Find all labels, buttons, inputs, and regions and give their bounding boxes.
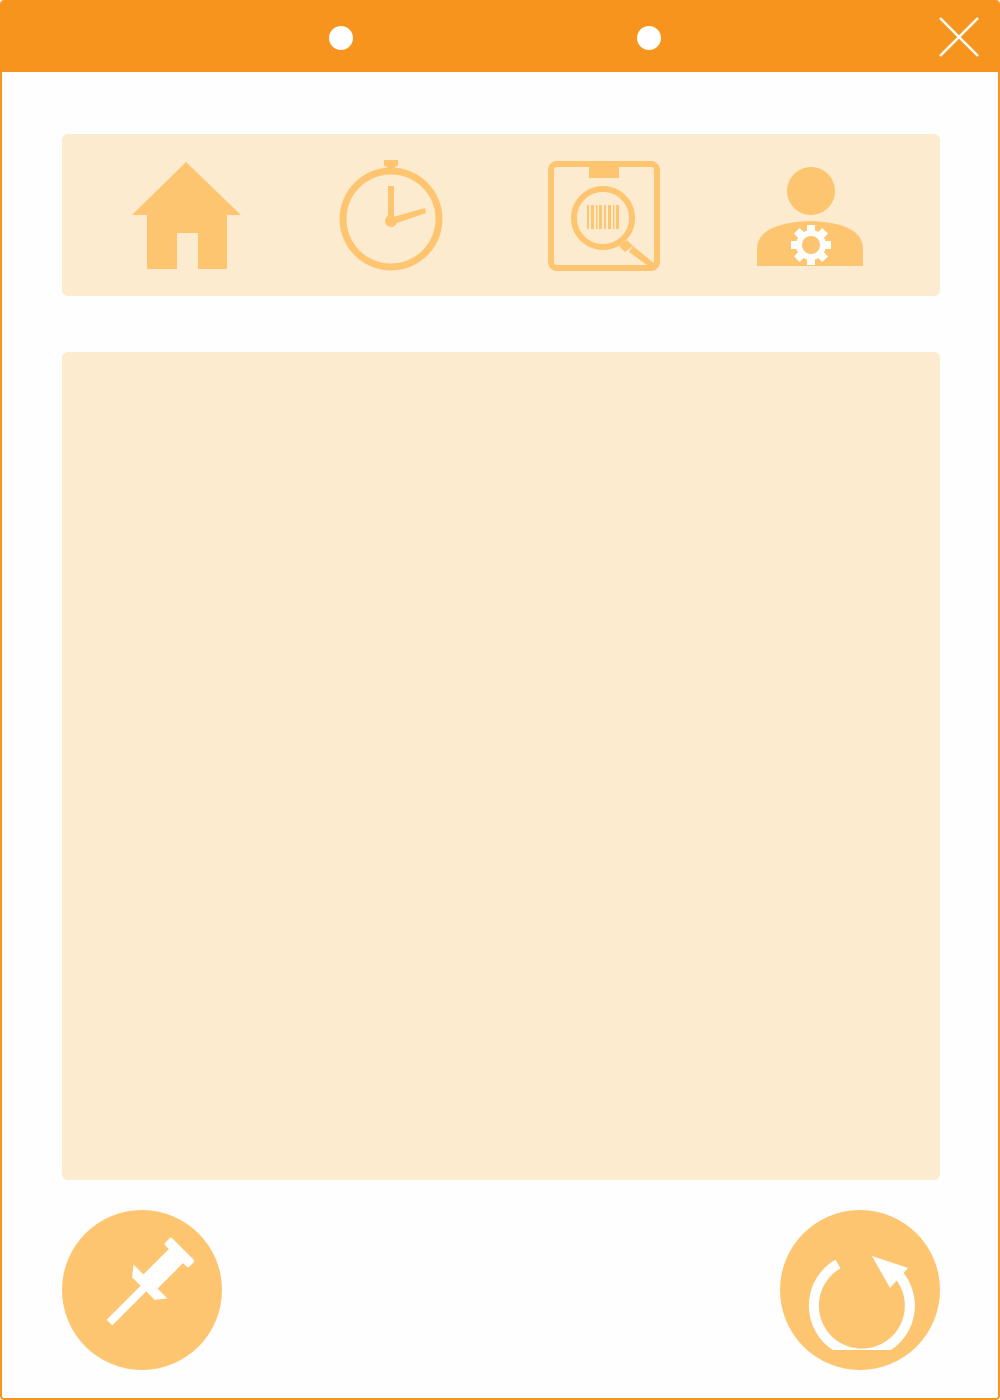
barcode-scan-button[interactable] xyxy=(544,156,664,276)
refresh-button[interactable] xyxy=(780,1210,940,1370)
user-settings-icon xyxy=(757,167,863,266)
user-settings-button[interactable] xyxy=(750,156,870,276)
pin-button[interactable] xyxy=(62,1210,222,1370)
home-icon xyxy=(132,162,241,269)
close-button[interactable] xyxy=(938,16,980,58)
app-window xyxy=(0,0,1000,1400)
home-button[interactable] xyxy=(126,156,246,276)
close-icon xyxy=(939,17,979,57)
titlebar-dot-left xyxy=(329,26,353,50)
title-bar[interactable] xyxy=(2,2,998,72)
toolbar xyxy=(62,134,940,296)
pin-icon xyxy=(106,1237,195,1326)
titlebar-dot-right xyxy=(637,26,661,50)
barcode-scan-icon xyxy=(548,161,660,271)
timer-button[interactable] xyxy=(332,156,452,276)
refresh-icon xyxy=(808,1256,915,1350)
content-panel xyxy=(62,352,940,1180)
stopwatch-icon xyxy=(339,160,443,271)
